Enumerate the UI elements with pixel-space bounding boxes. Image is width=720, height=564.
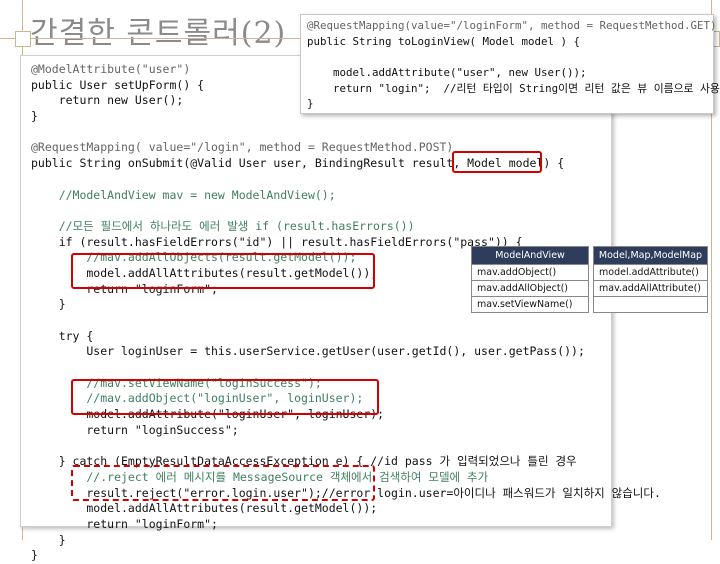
- highlight-box-add-all-attributes: [71, 253, 375, 289]
- highlight-box-dashed: [71, 465, 375, 501]
- table-header: ModelAndView: [471, 246, 589, 265]
- top-code-panel: @RequestMapping(value="/loginForm", meth…: [300, 14, 720, 114]
- model-map-table: Model,Map,ModelMap model.addAttribute() …: [593, 246, 708, 313]
- table-header: Model,Map,ModelMap: [593, 246, 708, 265]
- code-line: //ModelAndView mav = new ModelAndView();: [31, 187, 336, 202]
- decoration-square: [15, 31, 31, 47]
- table-cell: mav.addObject(): [471, 264, 589, 281]
- table-cell: mav.addAllObject(): [471, 280, 589, 297]
- code-line: @RequestMapping( value="/login", method …: [31, 140, 454, 155]
- highlight-box-model-param: [452, 151, 542, 173]
- code-line: return "login"; //리턴 타입이 String이면 리턴 값은 …: [307, 81, 720, 95]
- code-line: @RequestMapping(value="/loginForm", meth…: [307, 19, 717, 32]
- code-line: public String onSubmit(@Valid User user,…: [31, 156, 565, 171]
- code-line: try {: [31, 328, 94, 343]
- slide-title: 간결한 콘트롤러(2): [30, 16, 287, 51]
- table-cell: [593, 296, 708, 313]
- code-line: }: [31, 532, 66, 547]
- code-line: return "loginForm";: [31, 516, 218, 531]
- code-line: model.addAttribute("user", new User());: [307, 66, 587, 80]
- table-cell: mav.addAllAttribute(): [593, 280, 708, 297]
- top-code-block: @RequestMapping(value="/loginForm", meth…: [307, 19, 720, 113]
- code-line: model.addAllAttributes(result.getModel()…: [31, 501, 378, 516]
- code-line: return "loginSuccess";: [31, 422, 239, 437]
- code-line: //모든 필드에서 하나라도 에러 발생 if (result.hasError…: [31, 218, 415, 233]
- code-line: }: [307, 97, 314, 111]
- code-line: User loginUser = this.userService.getUse…: [31, 344, 585, 359]
- table-cell: mav.setViewName(): [471, 296, 589, 313]
- modelandview-table: ModelAndView mav.addObject() mav.addAllO…: [471, 246, 589, 313]
- code-line: public String toLoginView( Model model )…: [307, 34, 581, 48]
- highlight-box-add-attribute: [71, 379, 379, 415]
- code-line: }: [31, 548, 38, 563]
- table-cell: model.addAttribute(): [593, 264, 708, 281]
